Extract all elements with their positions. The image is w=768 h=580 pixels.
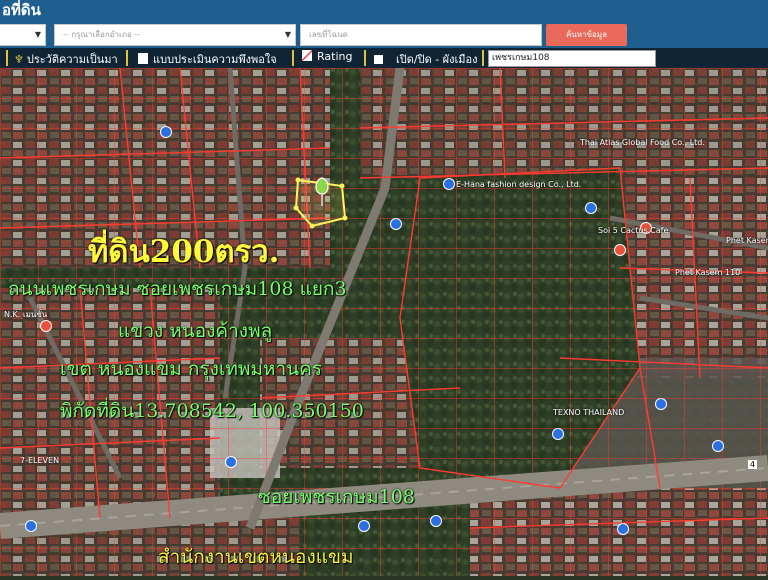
land-size-headline: ที่ดิน200ตรว. — [88, 234, 280, 270]
chevron-down-icon: ▼ — [284, 30, 291, 39]
rating-label: Rating — [317, 50, 353, 63]
chevron-down-icon: ▼ — [34, 30, 41, 39]
poi-marker-icon[interactable] — [655, 398, 667, 410]
toolbar-divider — [364, 50, 366, 66]
map-search-input[interactable]: เพชรเกษม108 — [488, 50, 656, 67]
poi-marker-icon[interactable] — [712, 440, 724, 452]
toolbar-divider — [482, 50, 484, 66]
survey-label: แบบประเมินความพึงพอใจ — [153, 53, 277, 66]
app-title: อที่ดิน — [2, 1, 41, 19]
zoning-toggle-label: เปิด/ปิด - ผังเมือง — [396, 53, 478, 66]
rating-menu[interactable]: Rating — [302, 50, 352, 63]
checkbox-icon[interactable] — [374, 55, 383, 64]
history-menu[interactable]: ♆ ประวัติความเป็นมา — [14, 50, 118, 68]
top-header: อที่ดิน ▼ -- กรุณาเลือกอำเภอ -- ▼ เลขที่… — [0, 0, 768, 48]
address-subdistrict: แขวง หนองค้างพลู — [118, 320, 273, 342]
place-label: Soi 5 Cactus Cafe — [598, 226, 669, 235]
toolbar-divider — [292, 50, 294, 66]
district-office-label: สำนักงานเขตหนองแขม — [158, 546, 354, 568]
province-select[interactable]: ▼ — [0, 24, 46, 46]
poi-marker-icon[interactable] — [552, 428, 564, 440]
address-road: ถนนเพชรเกษม ซอยเพชรเกษม108 แยก3 — [8, 278, 347, 300]
place-label: Thai Atlas Global Food Co., Ltd. — [580, 138, 705, 147]
poi-marker-icon[interactable] — [225, 456, 237, 468]
zoning-toggle[interactable]: เปิด/ปิด - ผังเมือง — [374, 50, 478, 68]
history-label: ประวัติความเป็นมา — [26, 53, 118, 66]
soi-label: ซอยเพชรเกษม108 — [258, 486, 415, 508]
satisfaction-survey-menu[interactable]: แบบประเมินความพึงพอใจ — [138, 50, 277, 68]
place-label: E-Hana fashion design Co., Ltd. — [456, 180, 582, 189]
coordinates-label: พิกัดที่ดิน13.708542, 100.350150 — [60, 400, 364, 422]
address-district: เขต หนองแขม กรุงเทพมหานคร — [60, 358, 323, 380]
place-label: 7-ELEVEN — [20, 456, 60, 465]
place-label: TEXNO THAILAND — [553, 408, 625, 417]
road-label: Phet Kasem 110 — [675, 268, 741, 277]
parcel-input-placeholder: เลขที่โฉนด — [309, 30, 348, 39]
poi-marker-icon[interactable] — [160, 126, 172, 138]
parcel-number-input[interactable]: เลขที่โฉนด — [300, 24, 542, 46]
poi-marker-icon[interactable] — [25, 520, 37, 532]
toolbar-divider — [6, 50, 8, 66]
poi-marker-icon[interactable] — [614, 244, 626, 256]
poi-marker-icon[interactable] — [40, 320, 52, 332]
poi-marker-icon[interactable] — [358, 520, 370, 532]
poi-marker-icon[interactable] — [430, 515, 442, 527]
toolbar-divider — [126, 50, 128, 66]
chart-icon — [302, 50, 312, 61]
poi-marker-icon[interactable] — [443, 178, 455, 190]
document-icon — [138, 53, 148, 64]
poi-marker-icon[interactable] — [585, 202, 597, 214]
district-select[interactable]: -- กรุณาเลือกอำเภอ -- ▼ — [54, 24, 296, 46]
district-select-placeholder: -- กรุณาเลือกอำเภอ -- — [63, 30, 141, 39]
road-number-shield: 4 — [748, 460, 758, 469]
plant-icon: ♆ — [14, 53, 24, 66]
road-label: Phet Kasem — [726, 236, 768, 245]
search-button[interactable]: ค้นหาข้อมูล — [546, 24, 627, 46]
place-label: N.K. เมนชั่น — [4, 310, 48, 319]
satellite-map[interactable]: Thai Atlas Global Food Co., Ltd. E-Hana … — [0, 67, 768, 576]
poi-marker-icon[interactable] — [390, 218, 402, 230]
poi-marker-icon[interactable] — [617, 523, 629, 535]
